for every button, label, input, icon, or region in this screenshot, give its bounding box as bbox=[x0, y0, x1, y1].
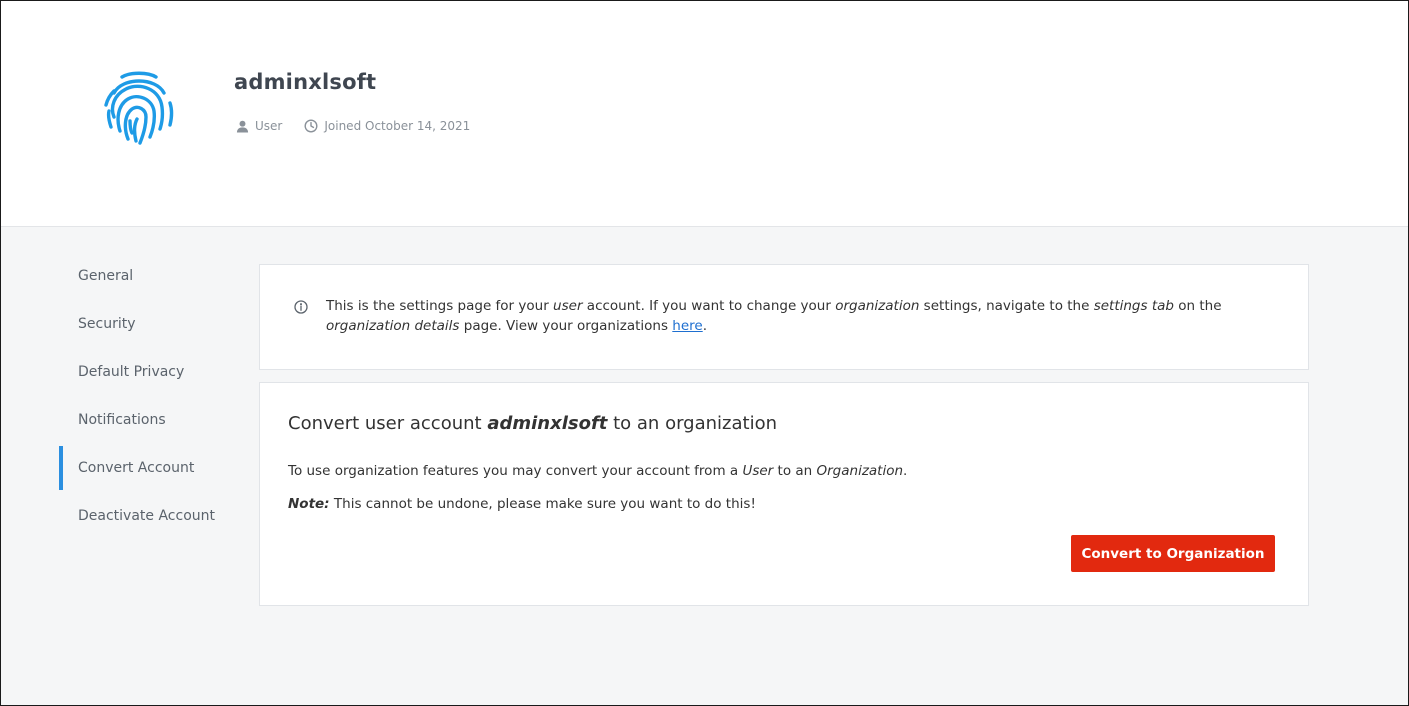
sidebar-item-general[interactable]: General bbox=[59, 254, 239, 298]
clock-icon bbox=[304, 119, 318, 133]
fingerprint-icon bbox=[100, 69, 178, 147]
role-meta: User bbox=[236, 119, 282, 133]
sidebar-item-security[interactable]: Security bbox=[59, 302, 239, 346]
sidebar-item-deactivate-account[interactable]: Deactivate Account bbox=[59, 494, 239, 538]
convert-title: Convert user account adminxlsoft to an o… bbox=[288, 413, 777, 434]
convert-description: To use organization features you may con… bbox=[288, 463, 908, 479]
profile-meta: User Joined October 14, 2021 bbox=[236, 119, 492, 133]
profile-header: adminxlsoft User Joined October 14, 2021 bbox=[1, 1, 1408, 227]
profile-joined: Joined October 14, 2021 bbox=[324, 119, 471, 133]
settings-sidebar: General Security Default Privacy Notific… bbox=[59, 254, 239, 542]
convert-to-organization-button[interactable]: Convert to Organization bbox=[1071, 535, 1275, 572]
user-icon bbox=[236, 120, 249, 133]
joined-meta: Joined October 14, 2021 bbox=[304, 119, 470, 133]
info-notice-card: This is the settings page for your user … bbox=[259, 264, 1309, 370]
convert-account-card: Convert user account adminxlsoft to an o… bbox=[259, 382, 1309, 606]
page-frame: adminxlsoft User Joined October 14, 2021… bbox=[0, 0, 1409, 706]
sidebar-item-convert-account[interactable]: Convert Account bbox=[59, 446, 239, 490]
profile-username: adminxlsoft bbox=[234, 70, 377, 94]
sidebar-item-default-privacy[interactable]: Default Privacy bbox=[59, 350, 239, 394]
info-notice-text: This is the settings page for your user … bbox=[326, 298, 1222, 334]
profile-role: User bbox=[255, 119, 283, 133]
sidebar-item-notifications[interactable]: Notifications bbox=[59, 398, 239, 442]
organizations-link[interactable]: here bbox=[672, 318, 702, 334]
info-icon bbox=[294, 300, 308, 314]
convert-note: Note: This cannot be undone, please make… bbox=[288, 496, 756, 512]
